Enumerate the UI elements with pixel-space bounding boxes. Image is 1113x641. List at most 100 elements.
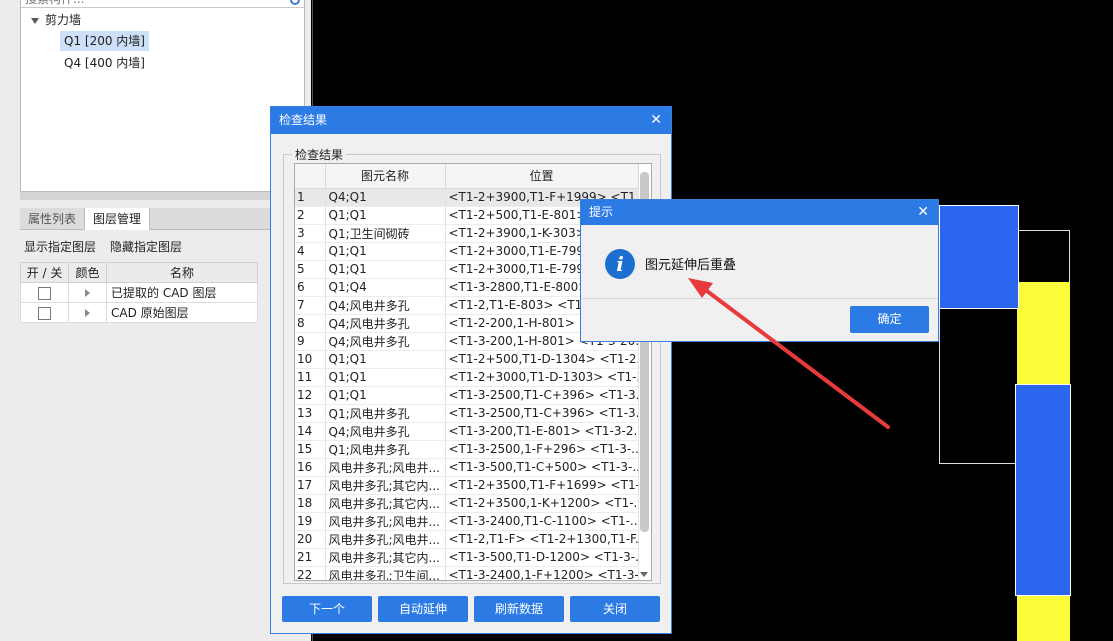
close-icon[interactable]: ✕ bbox=[917, 200, 929, 225]
ok-button[interactable]: 确定 bbox=[850, 306, 929, 333]
scroll-down-icon[interactable] bbox=[640, 572, 648, 577]
hide-layer-button[interactable]: 隐藏指定图层 bbox=[110, 240, 182, 254]
tree-node-q1[interactable]: Q1 [200 内墙] bbox=[60, 31, 149, 51]
layer-name: CAD 原始图层 bbox=[106, 302, 258, 323]
result-row[interactable]: 10 Q1;Q1 <T1-2+500,T1-D-1304> <T1-2... bbox=[295, 350, 639, 369]
auto-extend-button[interactable]: 自动延伸 bbox=[378, 596, 468, 622]
search-icon[interactable] bbox=[290, 0, 300, 5]
group-label: 检查结果 bbox=[292, 146, 347, 163]
result-row[interactable]: 15 Q1;风电井多孔 <T1-3-2500,1-F+296> <T1-3-... bbox=[295, 440, 639, 459]
result-row[interactable]: 17 风电井多孔;其它内... <T1-2+3500,T1-F+1699> <T1-… bbox=[295, 476, 639, 495]
result-index: 19 bbox=[295, 512, 326, 531]
next-button[interactable]: 下一个 bbox=[282, 596, 372, 622]
expand-arrow-icon[interactable] bbox=[85, 309, 90, 317]
result-row[interactable]: 21 风电井多孔;其它内... <T1-3-500,T1-D-1200> <T1-3… bbox=[295, 548, 639, 567]
dialog-title-bar[interactable]: 检查结果 ✕ bbox=[271, 107, 671, 134]
result-element-name: Q1;Q1 bbox=[325, 260, 446, 279]
layer-table-header: 开 / 关 颜色 名称 bbox=[20, 262, 258, 283]
layer-visible-checkbox[interactable] bbox=[38, 306, 51, 320]
tab-properties[interactable]: 属性列表 bbox=[20, 208, 84, 230]
result-element-name: 风电井多孔;卫生间... bbox=[325, 566, 446, 580]
refresh-data-button[interactable]: 刷新数据 bbox=[474, 596, 564, 622]
search-bar bbox=[21, 0, 304, 8]
layer-row: CAD 原始图层 bbox=[20, 302, 258, 323]
info-icon: i bbox=[605, 249, 635, 279]
result-index: 22 bbox=[295, 566, 326, 580]
check-result-dialog: 检查结果 ✕ 检查结果 图元名称 位置 1 Q4;Q1 <T1-2+3900,T1-… bbox=[270, 106, 672, 634]
result-element-name: 风电井多孔;其它内... bbox=[325, 548, 446, 567]
result-index: 16 bbox=[295, 458, 326, 477]
result-position: <T1-2,T1-F> <T1-2+1300,T1-F... bbox=[445, 530, 639, 549]
result-element-name: Q1;卫生间砌砖 bbox=[325, 224, 446, 243]
close-icon[interactable]: ✕ bbox=[650, 107, 662, 134]
layer-table: 开 / 关 颜色 名称 已提取的 CAD 图层 CAD 原始图层 bbox=[20, 262, 258, 323]
result-element-name: Q4;风电井多孔 bbox=[325, 332, 446, 351]
result-element-name: Q1;Q1 bbox=[325, 242, 446, 261]
layer-toolbar: 显示指定图层 隐藏指定图层 bbox=[20, 236, 270, 258]
panel-splitter[interactable] bbox=[20, 192, 305, 200]
result-row[interactable]: 22 风电井多孔;卫生间... <T1-3-2400,1-F+1200> <T1-3… bbox=[295, 566, 639, 580]
result-element-name: 风电井多孔;风电井... bbox=[325, 458, 446, 477]
result-row[interactable]: 19 风电井多孔;风电井... <T1-3-2400,T1-C-1100> <T1-… bbox=[295, 512, 639, 531]
tip-message: 图元延伸后重叠 bbox=[645, 258, 737, 273]
tree-node-shear-wall[interactable]: 剪力墙 bbox=[31, 10, 81, 30]
expand-arrow-icon[interactable] bbox=[85, 289, 90, 297]
col-header-index bbox=[295, 164, 326, 189]
result-index: 11 bbox=[295, 368, 326, 387]
result-row[interactable]: 12 Q1;Q1 <T1-3-2500,T1-C+396> <T1-3... bbox=[295, 386, 639, 405]
result-index: 17 bbox=[295, 476, 326, 495]
tip-dialog: 提示 ✕ i 图元延伸后重叠 确定 bbox=[580, 199, 939, 342]
result-element-name: Q1;Q4 bbox=[325, 278, 446, 297]
result-index: 21 bbox=[295, 548, 326, 567]
result-index: 14 bbox=[295, 422, 326, 441]
result-index: 9 bbox=[295, 332, 326, 351]
result-position: <T1-3-2500,T1-C+396> <T1-3... bbox=[445, 404, 639, 423]
result-element-name: 风电井多孔;其它内... bbox=[325, 494, 446, 513]
result-index: 12 bbox=[295, 386, 326, 405]
divider bbox=[581, 298, 938, 299]
result-position: <T1-2+3500,1-K+1200> <T1-... bbox=[445, 494, 639, 513]
result-position: <T1-2+3000,T1-D-1303> <T1-3... bbox=[445, 368, 639, 387]
result-element-name: 风电井多孔;风电井... bbox=[325, 530, 446, 549]
tree-node-q4[interactable]: Q4 [400 内墙] bbox=[64, 53, 145, 73]
result-element-name: Q4;风电井多孔 bbox=[325, 314, 446, 333]
result-position: <T1-2+500,T1-D-1304> <T1-2... bbox=[445, 350, 639, 369]
result-position: <T1-3-2500,T1-C+396> <T1-3... bbox=[445, 386, 639, 405]
result-position: <T1-3-2400,1-F+1200> <T1-3-... bbox=[445, 566, 639, 580]
result-row[interactable]: 16 风电井多孔;风电井... <T1-3-500,T1-C+500> <T1-3-… bbox=[295, 458, 639, 477]
result-position: <T1-3-200,T1-E-801> <T1-3-2... bbox=[445, 422, 639, 441]
result-element-name: Q4;风电井多孔 bbox=[325, 296, 446, 315]
cad-blue-wall-top bbox=[939, 205, 1019, 309]
result-index: 7 bbox=[295, 296, 326, 315]
result-index: 5 bbox=[295, 260, 326, 279]
result-index: 3 bbox=[295, 224, 326, 243]
close-button[interactable]: 关闭 bbox=[570, 596, 660, 622]
dialog-title: 检查结果 bbox=[279, 113, 328, 127]
left-panel: 剪力墙 Q1 [200 内墙] Q4 [400 内墙] 属性列表 图层管理 显示… bbox=[0, 0, 311, 641]
result-row[interactable]: 14 Q4;风电井多孔 <T1-3-200,T1-E-801> <T1-3-2... bbox=[295, 422, 639, 441]
col-header-position: 位置 bbox=[445, 164, 639, 189]
result-element-name: Q1;Q1 bbox=[325, 350, 446, 369]
result-index: 2 bbox=[295, 206, 326, 225]
result-row[interactable]: 11 Q1;Q1 <T1-2+3000,T1-D-1303> <T1-3... bbox=[295, 368, 639, 387]
expand-triangle-icon[interactable] bbox=[31, 17, 39, 24]
col-header-element-name: 图元名称 bbox=[325, 164, 446, 189]
result-row[interactable]: 13 Q1;风电井多孔 <T1-3-2500,T1-C+396> <T1-3... bbox=[295, 404, 639, 423]
tree-node-label: 剪力墙 bbox=[45, 13, 82, 27]
result-index: 13 bbox=[295, 404, 326, 423]
panel-tabs: 属性列表 图层管理 bbox=[20, 208, 270, 230]
result-table-header: 图元名称 位置 bbox=[295, 164, 639, 189]
result-row[interactable]: 20 风电井多孔;风电井... <T1-2,T1-F> <T1-2+1300,T1-… bbox=[295, 530, 639, 549]
result-index: 8 bbox=[295, 314, 326, 333]
tip-title-bar[interactable]: 提示 ✕ bbox=[581, 200, 938, 225]
result-row[interactable]: 18 风电井多孔;其它内... <T1-2+3500,1-K+1200> <T1-.… bbox=[295, 494, 639, 513]
result-index: 6 bbox=[295, 278, 326, 297]
result-element-name: Q1;Q1 bbox=[325, 206, 446, 225]
result-index: 15 bbox=[295, 440, 326, 459]
search-input[interactable] bbox=[25, 0, 285, 7]
tip-title: 提示 bbox=[589, 205, 614, 219]
result-position: <T1-2+3500,T1-F+1699> <T1-3... bbox=[445, 476, 639, 495]
layer-visible-checkbox[interactable] bbox=[38, 286, 51, 300]
tab-layer-management[interactable]: 图层管理 bbox=[84, 208, 151, 230]
show-layer-button[interactable]: 显示指定图层 bbox=[24, 240, 96, 254]
